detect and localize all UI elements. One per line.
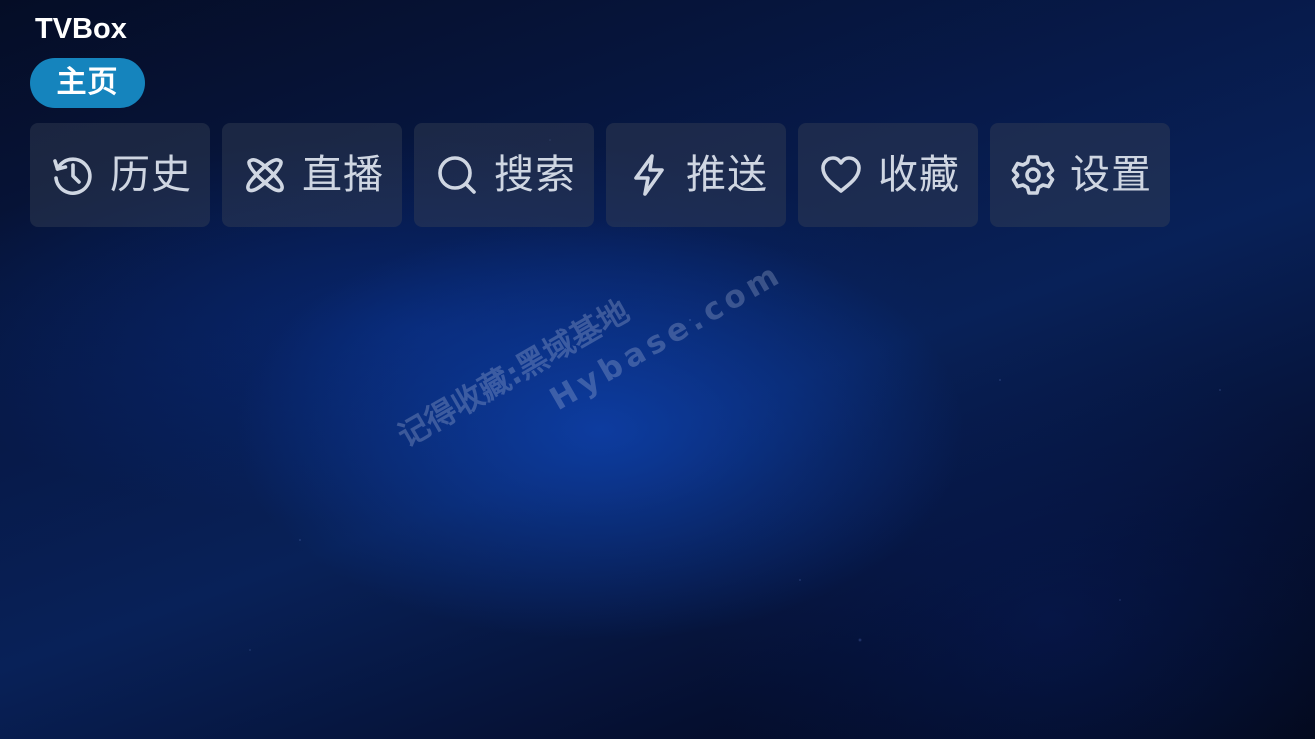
search-button[interactable]: 搜索 [414, 123, 594, 227]
search-label: 搜索 [494, 152, 576, 198]
background-stars [0, 0, 1315, 739]
settings-icon [1010, 152, 1056, 198]
settings-label: 设置 [1070, 152, 1152, 198]
tab-home[interactable]: 主页 [30, 58, 145, 108]
settings-button[interactable]: 设置 [990, 123, 1170, 227]
live-label: 直播 [302, 152, 384, 198]
history-icon [50, 152, 96, 198]
history-label: 历史 [110, 152, 192, 198]
live-button[interactable]: 直播 [222, 123, 402, 227]
push-icon [626, 152, 672, 198]
favorite-label: 收藏 [878, 152, 960, 198]
live-icon [242, 152, 288, 198]
history-button[interactable]: 历史 [30, 123, 210, 227]
main-menu: 历史 直播 搜索 推送 收藏 设置 [30, 123, 1170, 227]
app-title: TVBox [35, 13, 127, 45]
search-icon [434, 152, 480, 198]
push-label: 推送 [686, 152, 768, 198]
favorite-icon [818, 152, 864, 198]
push-button[interactable]: 推送 [606, 123, 786, 227]
favorite-button[interactable]: 收藏 [798, 123, 978, 227]
